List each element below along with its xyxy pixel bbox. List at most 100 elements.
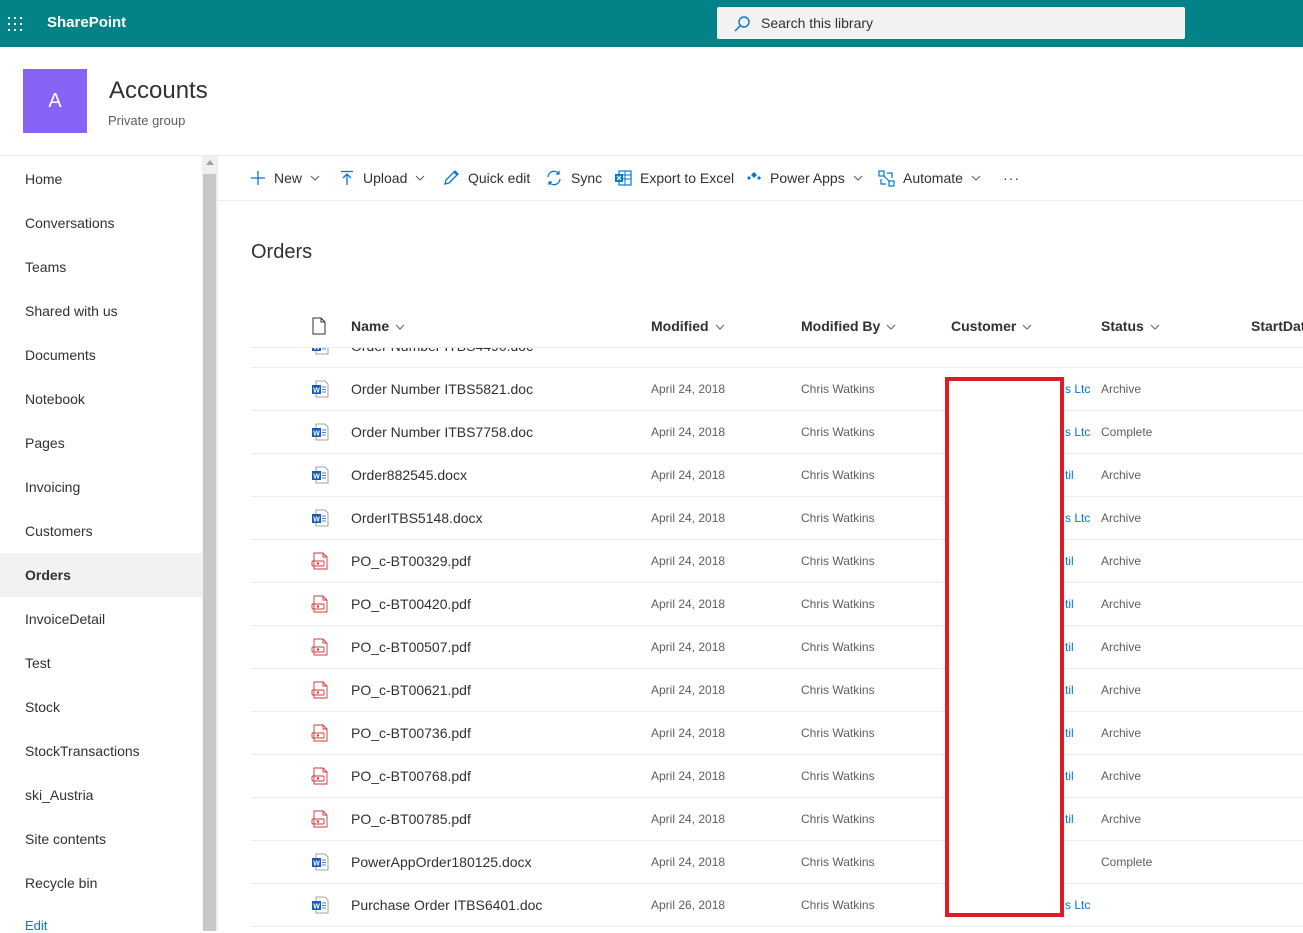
modified-date: April 24, 2018: [651, 726, 726, 740]
more-options-button[interactable]: ···: [1003, 156, 1020, 200]
table-row[interactable]: PO_c-BT00736.pdf April 24, 2018 Chris Watk…: [251, 712, 1303, 755]
file-name[interactable]: PO_c-BT00420.pdf: [351, 583, 471, 625]
file-type-icon[interactable]: [311, 317, 327, 335]
modified-by: Chris Watkins: [801, 769, 875, 783]
nav-item-invoicedetail[interactable]: InvoiceDetail: [0, 597, 202, 641]
nav-item-ski-austria[interactable]: ski_Austria: [0, 773, 202, 817]
power-apps-button[interactable]: Power Apps: [746, 156, 871, 200]
customer-value[interactable]: til: [1065, 583, 1074, 625]
modified-by: Chris Watkins: [801, 425, 875, 439]
nav-scrollbar-thumb[interactable]: [203, 174, 216, 931]
nav-item-site-contents[interactable]: Site contents: [0, 817, 202, 861]
table-row[interactable]: W Order Number ITBS7758.doc April 24, 2018…: [251, 411, 1303, 454]
table-row[interactable]: PO_c-BT00329.pdf April 24, 2018 Chris Watk…: [251, 540, 1303, 583]
column-header-modified[interactable]: Modified: [651, 305, 725, 347]
customer-value[interactable]: s Ltc: [1065, 497, 1090, 539]
customer-value[interactable]: til: [1065, 626, 1074, 668]
customer-value[interactable]: til: [1065, 798, 1074, 840]
file-name[interactable]: PO_c-BT00621.pdf: [351, 669, 471, 711]
table-row[interactable]: PO_c-BT00507.pdf April 24, 2018 Chris Watk…: [251, 626, 1303, 669]
file-name[interactable]: PO_c-BT00736.pdf: [351, 712, 471, 754]
new-button[interactable]: New: [250, 156, 328, 200]
column-header-customer[interactable]: Customer: [951, 305, 1032, 347]
customer-value[interactable]: til: [1065, 669, 1074, 711]
customer-value[interactable]: til: [1065, 755, 1074, 797]
table-row[interactable]: PO_c-BT00768.pdf April 24, 2018 Chris Watk…: [251, 755, 1303, 798]
table-row[interactable]: W Purchase Order ITBS6401.doc April 26, 20…: [251, 884, 1303, 927]
column-header-modified-by[interactable]: Modified By: [801, 305, 896, 347]
nav-item-stocktransactions[interactable]: StockTransactions: [0, 729, 202, 773]
chevron-down-icon: [715, 324, 724, 331]
nav-item-shared-with-us[interactable]: Shared with us: [0, 289, 202, 333]
file-name[interactable]: Order Number ITBS5821.doc: [351, 368, 533, 410]
table-row[interactable]: W PowerAppOrder180125.docx April 24, 2018 C…: [251, 841, 1303, 884]
table-row[interactable]: W Order Number ITBS4490.doc: [251, 348, 1303, 368]
chevron-down-icon: [853, 175, 863, 181]
column-header-name[interactable]: Name: [351, 305, 405, 347]
automate-button[interactable]: Automate: [878, 156, 989, 200]
app-launcher-icon[interactable]: [0, 0, 30, 47]
site-title[interactable]: Accounts: [109, 77, 208, 105]
brand-name[interactable]: SharePoint: [47, 14, 126, 31]
table-row[interactable]: PO_c-BT00621.pdf April 24, 2018 Chris Watk…: [251, 669, 1303, 712]
modified-by: Chris Watkins: [801, 554, 875, 568]
nav-item-notebook[interactable]: Notebook: [0, 377, 202, 421]
status-value: Archive: [1101, 468, 1142, 482]
modified-by: Chris Watkins: [801, 812, 875, 826]
column-header-startdate[interactable]: StartDat: [1251, 305, 1303, 347]
nav-item-home[interactable]: Home: [0, 157, 202, 201]
site-logo[interactable]: A: [23, 69, 87, 133]
nav-item-customers[interactable]: Customers: [0, 509, 202, 553]
pdf-file-icon: [311, 810, 328, 828]
search-input[interactable]: [761, 7, 1161, 39]
file-name[interactable]: Order882545.docx: [351, 454, 467, 496]
nav-item-documents[interactable]: Documents: [0, 333, 202, 377]
file-name[interactable]: PO_c-BT00507.pdf: [351, 626, 471, 668]
table-row[interactable]: PO_c-BT00420.pdf April 24, 2018 Chris Watk…: [251, 583, 1303, 626]
file-name[interactable]: PO_c-BT00768.pdf: [351, 755, 471, 797]
export-to-excel-button[interactable]: Export to Excel: [614, 156, 734, 200]
customer-value[interactable]: s Ltc: [1065, 884, 1090, 926]
file-name[interactable]: OrderITBS5148.docx: [351, 497, 483, 539]
status-value: Archive: [1101, 640, 1142, 654]
nav-item-teams[interactable]: Teams: [0, 245, 202, 289]
pdf-file-icon: [311, 595, 328, 613]
upload-icon: [341, 170, 353, 185]
nav-item-pages[interactable]: Pages: [0, 421, 202, 465]
table-row[interactable]: W Order Number ITBS5821.doc April 24, 2018…: [251, 368, 1303, 411]
table-row[interactable]: W Order882545.docx April 24, 2018 Chris Wat…: [251, 454, 1303, 497]
search-box[interactable]: [717, 7, 1185, 39]
nav-item-test[interactable]: Test: [0, 641, 202, 685]
customer-value[interactable]: til: [1065, 712, 1074, 754]
nav-item-conversations[interactable]: Conversations: [0, 201, 202, 245]
command-bar-divider: [218, 200, 1303, 201]
file-name[interactable]: PowerAppOrder180125.docx: [351, 841, 532, 883]
file-name[interactable]: PO_c-BT00785.pdf: [351, 798, 471, 840]
column-header-status[interactable]: Status: [1101, 305, 1160, 347]
file-name[interactable]: Order Number ITBS4490.doc: [351, 348, 533, 367]
table-row[interactable]: W OrderITBS5148.docx April 24, 2018 Chris W…: [251, 497, 1303, 540]
modified-date: April 24, 2018: [651, 382, 726, 396]
status-value: Archive: [1101, 812, 1142, 826]
nav-item-stock[interactable]: Stock: [0, 685, 202, 729]
customer-value[interactable]: til: [1065, 454, 1074, 496]
status-value: Archive: [1101, 554, 1142, 568]
modified-date: April 24, 2018: [651, 812, 726, 826]
file-name[interactable]: Purchase Order ITBS6401.doc: [351, 884, 542, 926]
automate-label: Automate: [903, 170, 963, 186]
status-value: Archive: [1101, 597, 1142, 611]
file-name[interactable]: PO_c-BT00329.pdf: [351, 540, 471, 582]
nav-item-recycle-bin[interactable]: Recycle bin: [0, 861, 202, 905]
upload-button[interactable]: Upload: [339, 156, 433, 200]
customer-value[interactable]: s Ltc: [1065, 368, 1090, 410]
table-row[interactable]: PO_c-BT00785.pdf April 24, 2018 Chris Watk…: [251, 798, 1303, 841]
customer-value[interactable]: til: [1065, 540, 1074, 582]
customer-value[interactable]: s Ltc: [1065, 411, 1090, 453]
nav-item-orders[interactable]: Orders: [0, 553, 202, 597]
nav-item-invoicing[interactable]: Invoicing: [0, 465, 202, 509]
scroll-up-arrow-icon[interactable]: [206, 160, 214, 165]
file-name[interactable]: Order Number ITBS7758.doc: [351, 411, 533, 453]
sync-button[interactable]: Sync: [545, 156, 602, 200]
column-status-label: Status: [1101, 318, 1144, 334]
quick-edit-button[interactable]: Quick edit: [442, 156, 530, 200]
